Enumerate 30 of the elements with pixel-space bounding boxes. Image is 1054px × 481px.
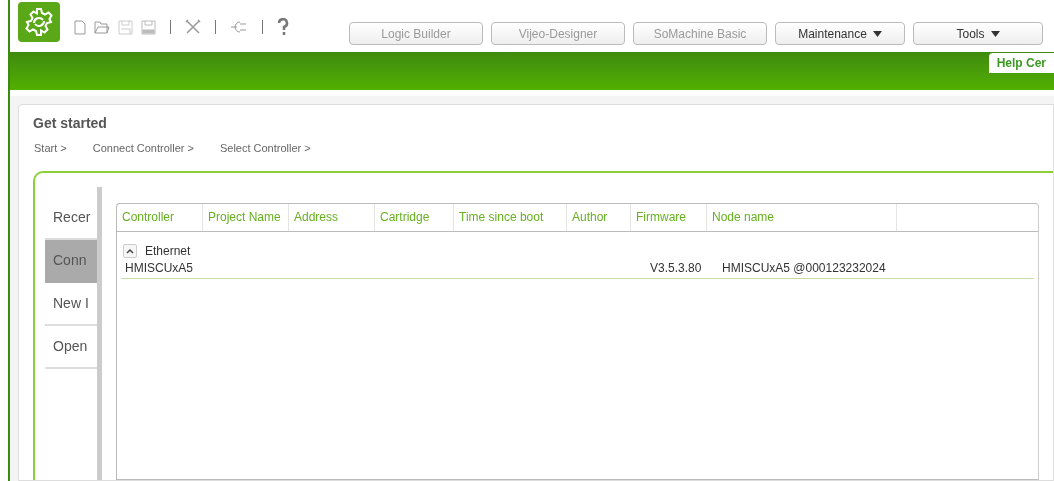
table-cell-text: HMISCUxA5 (124, 259, 194, 277)
help-center-tab[interactable]: Help Cer (988, 53, 1054, 73)
column-header[interactable]: Time since boot (454, 203, 567, 231)
open-folder-icon[interactable] (94, 20, 110, 34)
breadcrumb-link[interactable]: Start > (34, 140, 67, 157)
toolbar-button[interactable]: Tools (913, 22, 1043, 45)
page-title: Get started (33, 114, 107, 133)
breadcrumb-link[interactable]: Select Controller > (219, 140, 311, 157)
table-cell-text: V3.5.3.80 (649, 259, 703, 277)
table-cell-text: HMISCUxA5 @000123232024 (721, 259, 886, 277)
group-label: Ethernet (145, 242, 191, 260)
chevron-icon (126, 247, 134, 254)
side-tab[interactable]: Conn (45, 239, 97, 283)
column-header[interactable]: Address (289, 203, 375, 231)
column-header[interactable]: Project Name (203, 203, 289, 231)
save-icon[interactable] (118, 19, 133, 35)
column-header[interactable]: Node name (707, 203, 897, 231)
column-header[interactable]: Controller (117, 203, 203, 231)
toolbar-button[interactable]: Maintenance (775, 22, 905, 45)
app-logo[interactable] (18, 2, 60, 42)
new-file-icon[interactable] (74, 19, 86, 35)
column-header[interactable]: Firmware (631, 203, 707, 231)
collapse-toggle[interactable] (123, 243, 137, 258)
gear-icon (24, 7, 54, 37)
help-icon[interactable] (277, 18, 289, 36)
save-all-icon[interactable] (141, 19, 156, 35)
plug-icon[interactable] (230, 20, 248, 34)
column-header[interactable]: Author (567, 203, 631, 231)
column-header[interactable]: Cartridge (375, 203, 454, 231)
breadcrumb-link[interactable]: Connect Controller > (92, 140, 194, 157)
